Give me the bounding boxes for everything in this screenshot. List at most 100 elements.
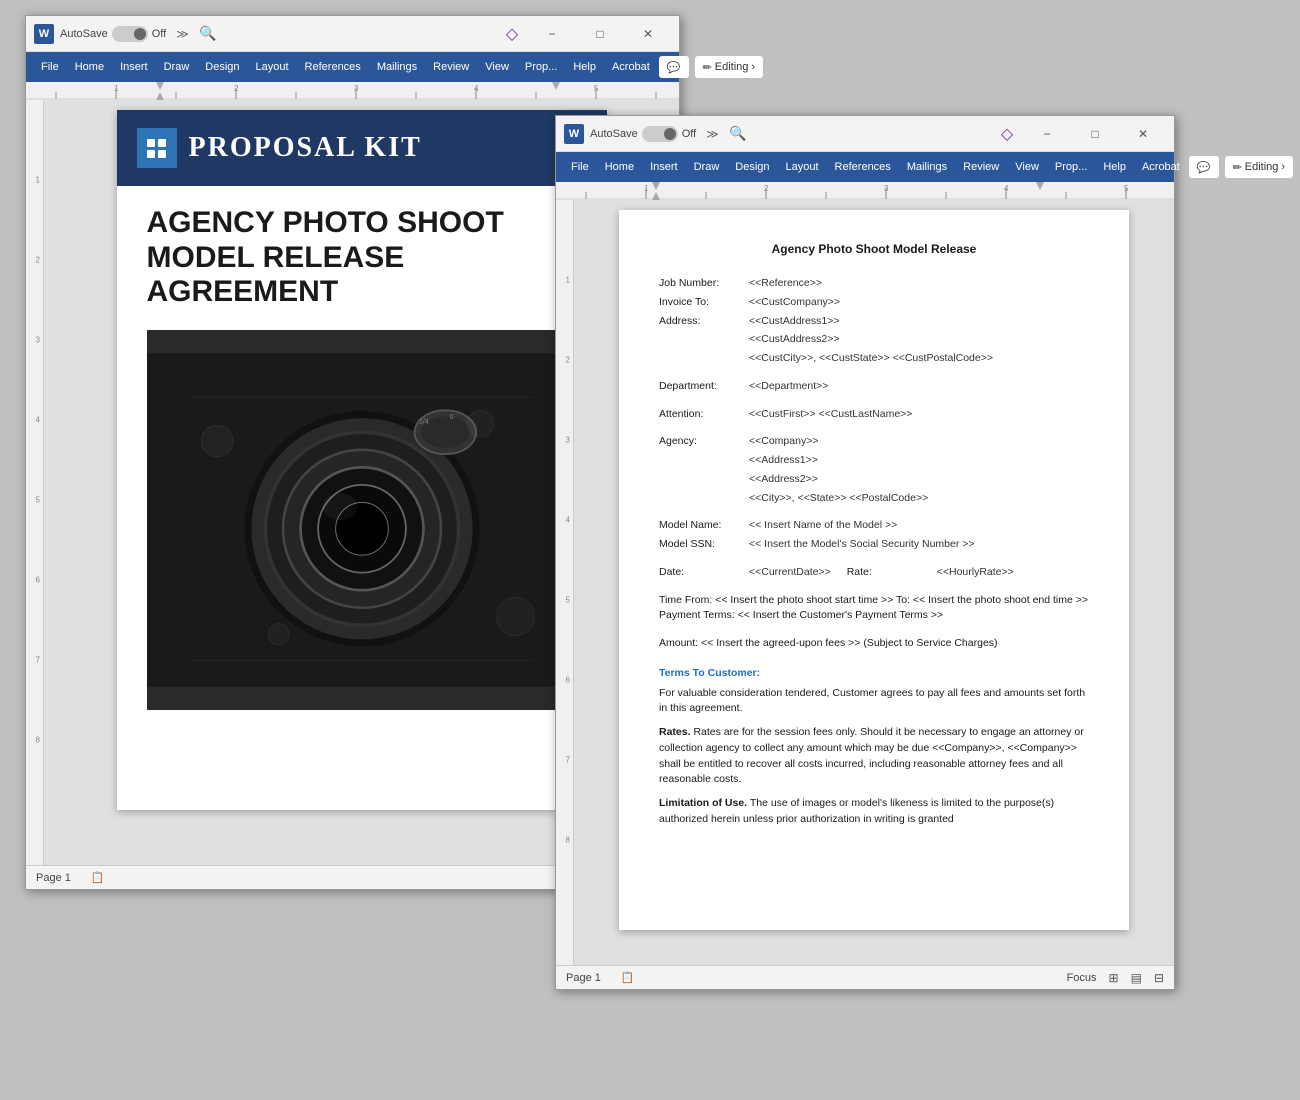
editing-label-2: Editing	[1245, 161, 1279, 173]
department-label: Department:	[659, 379, 749, 395]
menu-view-1[interactable]: View	[478, 58, 516, 76]
cover-camera-image: 1/4 0	[147, 330, 577, 710]
doc-area-2: 1 2 3 4 5 6 7 8 Agency Photo Shoot Model…	[556, 200, 1174, 965]
ruler-num-4: 4	[36, 416, 40, 425]
address-label: Address:	[659, 314, 749, 330]
expand-chevron-1[interactable]: ≫	[176, 27, 189, 41]
menu-acrobat-2[interactable]: Acrobat	[1135, 158, 1187, 176]
menu-home-2[interactable]: Home	[598, 158, 641, 176]
autosave-area-1: AutoSave Off	[60, 26, 166, 42]
menu-mailings-2[interactable]: Mailings	[900, 158, 954, 176]
menu-home-1[interactable]: Home	[68, 58, 111, 76]
search-icon-1[interactable]: 🔍	[195, 21, 221, 47]
model-name-label: Model Name:	[659, 518, 749, 534]
menu-insert-1[interactable]: Insert	[113, 58, 155, 76]
menu-references-2[interactable]: References	[828, 158, 898, 176]
job-number-value: <<Reference>>	[749, 276, 822, 292]
review-icon-2[interactable]: 📋	[621, 971, 635, 984]
editing-btn-2[interactable]: ✏ Editing ›	[1225, 156, 1294, 178]
amount-value: << Insert the agreed-upon fees >> (Subje…	[701, 637, 998, 649]
menu-layout-2[interactable]: Layout	[779, 158, 826, 176]
maximize-btn-1[interactable]: □	[577, 18, 623, 50]
menu-mailings-1[interactable]: Mailings	[370, 58, 424, 76]
attention-value: <<CustFirst>> <<CustLastName>>	[749, 407, 912, 423]
expand-chevron-2[interactable]: ≫	[706, 127, 719, 141]
comment-btn-2[interactable]: 💬	[1189, 156, 1219, 178]
logo-dot-row-bottom	[147, 150, 166, 158]
toggle-knob-2	[664, 128, 676, 140]
designer-icon-1[interactable]: ◇	[501, 23, 523, 45]
logo-dot-2	[158, 139, 166, 147]
search-icon-2[interactable]: 🔍	[725, 121, 751, 147]
menu-file-1[interactable]: File	[34, 58, 66, 76]
menu-help-2[interactable]: Help	[1096, 158, 1133, 176]
status-bar-2: Page 1 📋 Focus ⊞ ▤ ⊟	[556, 965, 1174, 989]
cover-page: PROPOSAL KIT AGENCY PHOTO SHOOTMODEL REL…	[117, 110, 607, 810]
svg-text:5: 5	[594, 84, 599, 93]
menu-view-2[interactable]: View	[1008, 158, 1046, 176]
title-bar-left-2: W AutoSave Off ≫ 🔍	[564, 121, 990, 147]
rates-bold: Rates.	[659, 726, 691, 738]
ruler-num-2: 2	[36, 256, 40, 265]
cover-content[interactable]: AGENCY PHOTO SHOOTMODEL RELEASEAGREEMENT	[117, 186, 607, 730]
doc-page-2[interactable]: Agency Photo Shoot Model Release Job Num…	[619, 210, 1129, 930]
review-icon-1[interactable]: 📋	[91, 871, 105, 884]
minimize-btn-1[interactable]: −	[529, 18, 575, 50]
toggle-state-1: Off	[152, 28, 166, 40]
menu-review-2[interactable]: Review	[956, 158, 1006, 176]
job-number-label: Job Number:	[659, 276, 749, 292]
cover-doc-title: AGENCY PHOTO SHOOTMODEL RELEASEAGREEMENT	[147, 206, 577, 310]
designer-icon-2[interactable]: ◇	[996, 123, 1018, 145]
autosave-toggle-1[interactable]	[112, 26, 148, 42]
menu-design-1[interactable]: Design	[198, 58, 246, 76]
maximize-btn-2[interactable]: □	[1072, 118, 1118, 150]
agency-row2: <<Address1>>	[659, 453, 1089, 469]
menu-review-1[interactable]: Review	[426, 58, 476, 76]
menu-properties-1[interactable]: Prop...	[518, 58, 564, 76]
menu-draw-2[interactable]: Draw	[687, 158, 727, 176]
terms-title: Terms To Customer:	[659, 666, 1089, 682]
payment-terms-value: << Insert the Customer's Payment Terms >…	[738, 609, 943, 621]
time-from-value: << Insert the photo shoot start time >>	[715, 594, 893, 606]
date-label: Date:	[659, 565, 749, 581]
view-icon-print-2[interactable]: ⊞	[1109, 971, 1119, 985]
menu-insert-2[interactable]: Insert	[643, 158, 685, 176]
menu-properties-2[interactable]: Prop...	[1048, 158, 1094, 176]
close-btn-1[interactable]: ✕	[625, 18, 671, 50]
menu-bar-2: File Home Insert Draw Design Layout Refe…	[556, 152, 1174, 182]
close-btn-2[interactable]: ✕	[1120, 118, 1166, 150]
model-name-row: Model Name: << Insert Name of the Model …	[659, 518, 1089, 534]
menu-help-1[interactable]: Help	[566, 58, 603, 76]
word-window-2[interactable]: W AutoSave Off ≫ 🔍 ◇ − □ ✕ File Home Ins…	[555, 115, 1175, 990]
department-value: <<Department>>	[749, 379, 828, 395]
menu-draw-1[interactable]: Draw	[157, 58, 197, 76]
editing-btn-1[interactable]: ✏ Editing ›	[695, 56, 764, 78]
word-logo-1: W	[34, 24, 54, 44]
address-label-empty2	[659, 351, 749, 367]
side-ruler-1: 1 2 3 4 5 6 7 8	[26, 100, 44, 865]
focus-label-2[interactable]: Focus	[1067, 972, 1097, 984]
doc-title: Agency Photo Shoot Model Release	[659, 240, 1089, 258]
view-icon-read-2[interactable]: ▤	[1131, 971, 1142, 985]
autosave-toggle-2[interactable]	[642, 126, 678, 142]
svg-text:2: 2	[764, 184, 769, 193]
to-label: To:	[896, 594, 910, 606]
menu-acrobat-1[interactable]: Acrobat	[605, 58, 657, 76]
amount-section: Amount: << Insert the agreed-upon fees >…	[659, 636, 1089, 652]
toggle-state-2: Off	[682, 128, 696, 140]
menu-references-1[interactable]: References	[298, 58, 368, 76]
menu-bar-1: File Home Insert Draw Design Layout Refe…	[26, 52, 679, 82]
menu-design-2[interactable]: Design	[728, 158, 776, 176]
invoice-to-label: Invoice To:	[659, 295, 749, 311]
comment-btn-1[interactable]: 💬	[659, 56, 689, 78]
svg-text:4: 4	[474, 84, 479, 93]
comment-icon-1: 💬	[667, 61, 681, 74]
minimize-btn-2[interactable]: −	[1024, 118, 1070, 150]
menu-layout-1[interactable]: Layout	[249, 58, 296, 76]
terms-text: For valuable consideration tendered, Cus…	[659, 686, 1089, 718]
toggle-knob-1	[134, 28, 146, 40]
side-ruler-2: 1 2 3 4 5 6 7 8	[556, 200, 574, 965]
logo-dot-row-top	[147, 139, 166, 147]
menu-file-2[interactable]: File	[564, 158, 596, 176]
view-icon-web-2[interactable]: ⊟	[1154, 971, 1164, 985]
